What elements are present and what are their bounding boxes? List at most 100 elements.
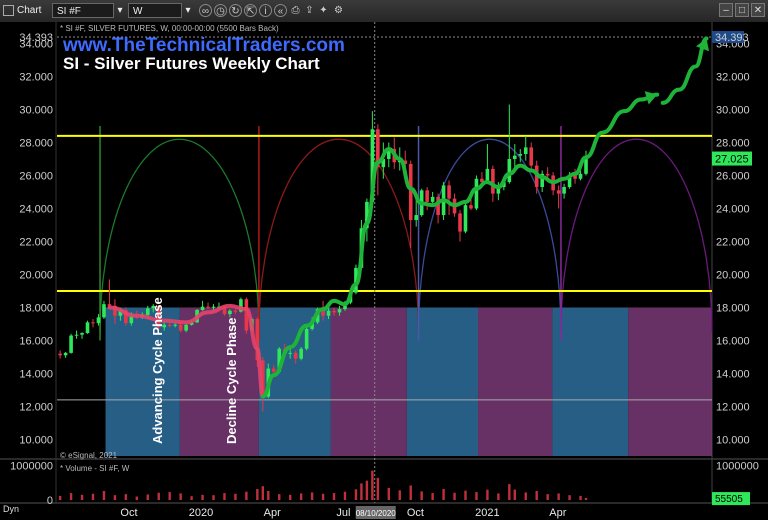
candle-body [233, 310, 238, 312]
candle-body [408, 163, 413, 221]
cycle-phase-block [478, 307, 553, 456]
volume-bar [524, 492, 527, 500]
clock-icon[interactable]: ◷ [214, 4, 227, 17]
twitter-icon[interactable]: ✦ [317, 4, 330, 17]
right-price-tick-label: 10.000 [716, 434, 750, 446]
left-price-tick-label: 32.000 [19, 71, 53, 83]
symbol-input[interactable]: SI #F [52, 3, 114, 18]
candle-body [58, 353, 62, 356]
volume-bar [267, 491, 270, 500]
cursor-icon[interactable]: ⇱ [244, 4, 257, 17]
close-button[interactable]: ✕ [751, 3, 765, 17]
candle-body [271, 368, 276, 372]
volume-bar [535, 491, 538, 500]
last-price-label: 27.025 [715, 154, 749, 166]
minimize-button[interactable]: – [719, 3, 733, 17]
candle-body [562, 187, 566, 194]
app-label: Chart [17, 5, 42, 16]
candle-body [556, 190, 561, 194]
time-tick-label: Oct [120, 507, 137, 519]
volume-bar [289, 494, 292, 500]
left-price-tick-label: 20.000 [19, 269, 53, 281]
volume-bar [557, 493, 560, 500]
cycle-phase-block [552, 307, 629, 456]
volume-bar [453, 492, 456, 500]
copyright-note: © eSignal, 2021 [60, 451, 118, 460]
volume-bar [261, 486, 265, 500]
right-price-tick-label: 22.000 [716, 236, 750, 248]
symbol-dropdown-icon[interactable]: ▾ [114, 3, 126, 18]
volume-bar [332, 493, 336, 500]
volume-tick-left: 0 [47, 495, 53, 507]
right-price-tick-label: 28.000 [716, 137, 750, 149]
chart-area[interactable]: 10.000 10.000 12.000 12.000 14.000 14.000 16.0… [0, 22, 768, 520]
decline-phase-label: Decline Cycle Phase [224, 318, 239, 444]
volume-bar [146, 494, 149, 500]
share-icon[interactable]: ⇪ [303, 4, 316, 17]
cycle-phase-block [105, 307, 180, 456]
time-tick-label: Jul [336, 507, 350, 519]
left-price-tick-label: 26.000 [19, 170, 53, 182]
candle-body [91, 322, 95, 324]
volume-bar [91, 493, 95, 500]
left-price-tick-label: 18.000 [19, 302, 53, 314]
series-info-line: * SI #F, SILVER FUTURES, W, 00:00-00:00 … [60, 24, 279, 33]
left-price-tick-label: 14.000 [19, 368, 53, 380]
right-price-tick-label: 32.000 [716, 71, 750, 83]
maximize-button[interactable]: □ [735, 3, 749, 17]
candle-body [173, 324, 177, 326]
candle-body [69, 335, 73, 353]
volume-bar [113, 495, 117, 500]
candle-body [299, 348, 303, 359]
volume-bar [321, 493, 325, 500]
volume-bar [486, 489, 489, 500]
refresh-icon[interactable]: ↻ [229, 4, 242, 17]
right-price-tick-label: 18.000 [716, 302, 750, 314]
volume-bar [157, 492, 160, 500]
print-icon[interactable]: ⎙ [289, 4, 302, 17]
volume-tick-right: 1000000 [716, 460, 759, 472]
link-icon[interactable]: ∞ [199, 4, 212, 17]
volume-bar [365, 480, 369, 500]
volume-bar [354, 489, 358, 500]
top-price-label: 34.393 [715, 32, 749, 44]
left-price-tick-label: 12.000 [19, 401, 53, 413]
time-tick-label: Apr [549, 507, 566, 519]
volume-bar [584, 497, 588, 500]
candle-body [578, 173, 583, 179]
candle-body [447, 185, 451, 199]
volume-bar [256, 488, 259, 500]
volume-bar [135, 496, 139, 500]
dyn-label[interactable]: Dyn [3, 504, 19, 514]
volume-bar [124, 494, 128, 500]
volume-bar [442, 488, 445, 500]
volume-bar [371, 470, 374, 500]
candle-body [293, 352, 298, 359]
candle-body [507, 158, 512, 183]
info-icon[interactable]: i [259, 4, 272, 17]
volume-bar [497, 493, 500, 500]
candle-body [63, 352, 68, 356]
right-price-tick-label: 16.000 [716, 335, 750, 347]
left-price-tick-label: 30.000 [19, 104, 53, 116]
interval-dropdown-icon[interactable]: ▾ [182, 3, 194, 18]
right-price-tick-label: 30.000 [716, 104, 750, 116]
candle-body [523, 147, 528, 155]
candle-body [211, 306, 216, 308]
volume-bar [245, 491, 248, 500]
candle-body [425, 190, 429, 202]
right-price-tick-label: 12.000 [716, 401, 750, 413]
left-price-tick-label: 10.000 [19, 434, 53, 446]
settings-icon[interactable]: ⚙ [332, 4, 345, 17]
volume-tick-left: 1000000 [10, 460, 53, 472]
volume-bar [398, 490, 401, 500]
crosshair-date-label: 08/10/2020 [356, 509, 397, 518]
candle-body [80, 333, 84, 335]
volume-last-label: 55505 [715, 494, 743, 505]
candle-body [102, 304, 106, 318]
volume-bar [80, 494, 84, 500]
rewind-icon[interactable]: « [274, 4, 287, 17]
candle-body [474, 178, 479, 209]
interval-input[interactable]: W [128, 3, 182, 18]
candle-body [184, 324, 188, 331]
